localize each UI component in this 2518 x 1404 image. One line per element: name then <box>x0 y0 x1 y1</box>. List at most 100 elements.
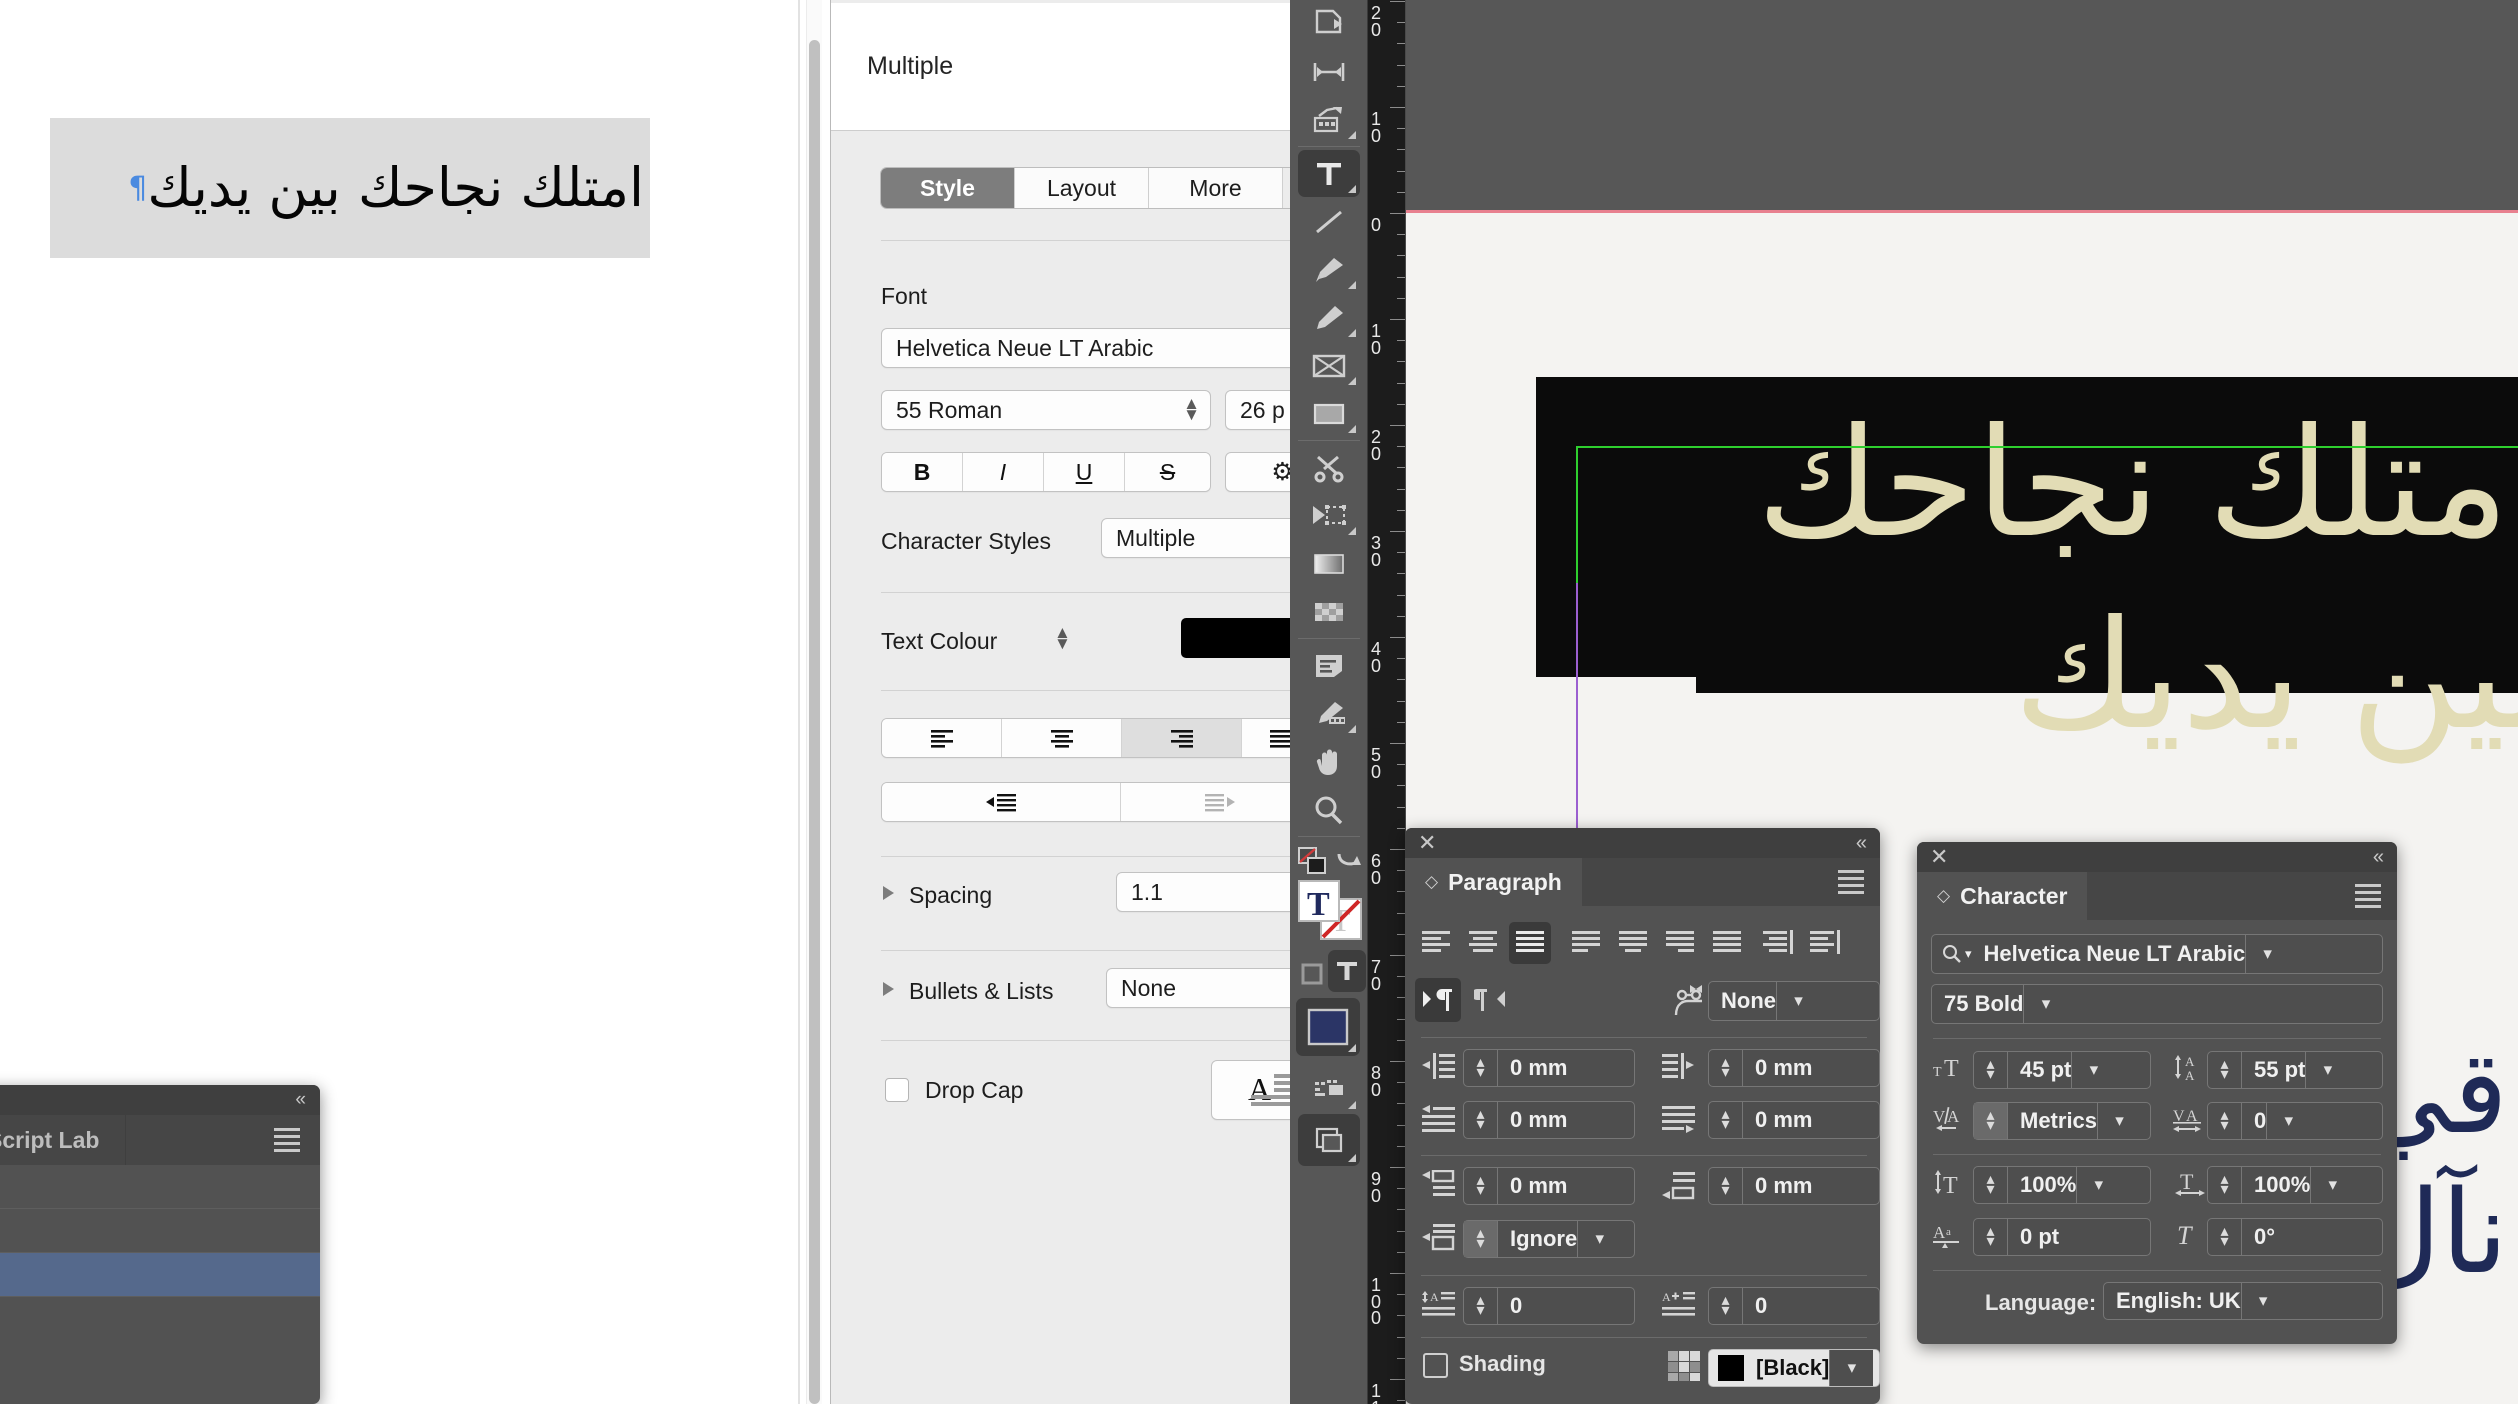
paragraph-panel-menu-button[interactable] <box>1822 858 1880 906</box>
chevron-down-icon[interactable]: ▾ <box>2310 1167 2354 1203</box>
tool-transparency[interactable] <box>1298 588 1360 635</box>
bold-button[interactable]: B <box>882 453 963 491</box>
list-item[interactable] <box>0 1253 320 1297</box>
tab-character[interactable]: ◇ Character <box>1917 872 2087 920</box>
horizontal-scale-stepper[interactable]: ▴▾ <box>2208 1167 2242 1203</box>
list-item[interactable]: nity <box>0 1209 320 1253</box>
list-item[interactable]: ion <box>0 1165 320 1209</box>
character-panel-tabs[interactable]: ◇ Character <box>1917 872 2397 920</box>
shading-checkbox[interactable] <box>1423 1353 1448 1378</box>
collapse-icon[interactable]: « <box>1856 832 1867 855</box>
font-size-stepper[interactable]: ▴▾ <box>1974 1052 2008 1088</box>
scripts-panel[interactable]: « Scripts Script Lab ion nity <box>0 1085 320 1404</box>
effects-button[interactable] <box>1298 1114 1360 1166</box>
paragraph-panel[interactable]: ✕ « ◇ Paragraph <box>1405 828 1880 1404</box>
space-between-stepper[interactable]: ▴▾ <box>1464 1221 1498 1257</box>
text-colour-stepper[interactable]: ▲▼ <box>1054 628 1071 649</box>
text-fill-mode-button[interactable] <box>1328 950 1366 992</box>
colour-swatch-button[interactable] <box>1296 998 1360 1056</box>
language-field[interactable]: English: UK ▾ <box>2103 1282 2383 1320</box>
tab-script-lab[interactable]: Script Lab <box>0 1115 126 1165</box>
chevron-down-icon[interactable]: ▾ <box>1829 1350 1873 1386</box>
character-panel-titlebar[interactable]: ✕ « <box>1917 842 2397 872</box>
tool-rectangle[interactable] <box>1298 390 1360 437</box>
decrease-indent-button[interactable] <box>882 783 1121 821</box>
tab-layout[interactable]: Layout <box>1015 168 1149 208</box>
tool-page-corner[interactable] <box>1298 0 1360 47</box>
left-scrollbar-thumb[interactable] <box>809 40 820 1404</box>
strikethrough-button[interactable]: S <box>1125 453 1210 491</box>
tool-scissors[interactable] <box>1298 444 1360 491</box>
tab-paragraph[interactable]: ◇ Paragraph <box>1405 858 1582 906</box>
align-center-button[interactable] <box>1002 719 1122 757</box>
space-before-field[interactable]: ▴▾ 0 mm <box>1463 1167 1635 1205</box>
vertical-scale-field[interactable]: ▴▾ 100% ▾ <box>1973 1166 2151 1204</box>
skew-stepper[interactable]: ▴▾ <box>2208 1219 2242 1255</box>
indent-right-field[interactable]: ▴▾ 0 mm <box>1708 1049 1880 1087</box>
scripts-panel-menu-button[interactable] <box>254 1115 320 1165</box>
direction-ltr-button[interactable] <box>1415 978 1461 1022</box>
selected-text-block[interactable]: ¶ امتلك نجاحك بين يديك <box>50 118 650 258</box>
indent-left-stepper[interactable]: ▴▾ <box>1464 1050 1498 1086</box>
collapse-icon[interactable]: « <box>295 1089 306 1111</box>
para-align-left-button[interactable] <box>1415 922 1457 964</box>
character-panel[interactable]: ✕ « ◇ Character ▾ Helvetica Neue LT Arab… <box>1917 842 2397 1344</box>
stroke-mode-button[interactable] <box>1296 950 1328 997</box>
drop-cap-checkbox[interactable] <box>885 1078 909 1102</box>
space-after-stepper[interactable]: ▴▾ <box>1709 1168 1743 1204</box>
skew-field[interactable]: ▴▾ 0° <box>2207 1218 2383 1256</box>
last-line-indent-field[interactable]: ▴▾ 0 mm <box>1708 1101 1880 1139</box>
chevron-down-icon[interactable]: ▾ <box>2023 985 2067 1023</box>
bullets-disclosure-icon[interactable] <box>883 982 894 996</box>
chevron-down-icon[interactable]: ▾ <box>2245 935 2289 973</box>
font-size-stepper-field[interactable]: ▴▾ 45 pt ▾ <box>1973 1051 2151 1089</box>
align-left-button[interactable] <box>882 719 1002 757</box>
space-after-field[interactable]: ▴▾ 0 mm <box>1708 1167 1880 1205</box>
font-style-stepper[interactable]: ▲▼ <box>1183 399 1200 420</box>
text-style-buttons[interactable]: B I U S <box>881 452 1211 492</box>
stroke-style-button[interactable] <box>1298 1066 1360 1113</box>
tool-line[interactable] <box>1298 198 1360 245</box>
first-line-indent-field[interactable]: ▴▾ 0 mm <box>1463 1101 1635 1139</box>
tool-gradient[interactable] <box>1298 540 1360 587</box>
tool-frame[interactable] <box>1298 342 1360 389</box>
tool-eyedropper[interactable] <box>1298 690 1360 737</box>
align-right-button[interactable] <box>1122 719 1242 757</box>
space-before-stepper[interactable]: ▴▾ <box>1464 1168 1498 1204</box>
tool-note[interactable] <box>1298 642 1360 689</box>
leading-stepper[interactable]: ▴▾ <box>2208 1052 2242 1088</box>
kerning-field[interactable]: ▴▾ Metrics ▾ <box>1973 1102 2151 1140</box>
tool-zoom[interactable] <box>1298 786 1360 833</box>
direction-rtl-button[interactable] <box>1467 978 1513 1022</box>
chevron-down-icon[interactable]: ▾ <box>2076 1167 2120 1203</box>
close-icon[interactable]: ✕ <box>1418 830 1436 856</box>
tools-toolbar[interactable]: T T <box>1290 0 1368 1404</box>
para-justify-last-left-button[interactable] <box>1565 922 1607 964</box>
tool-text[interactable] <box>1298 150 1360 197</box>
tracking-field[interactable]: ▴▾ 0 ▾ <box>2207 1102 2383 1140</box>
paragraph-panel-titlebar[interactable]: ✕ « <box>1405 828 1880 858</box>
tool-node-select[interactable] <box>1298 492 1360 539</box>
fill-stroke-swatches[interactable]: T T <box>1294 878 1366 944</box>
kashida-field[interactable]: None ▾ <box>1708 981 1880 1021</box>
scripts-panel-tabs[interactable]: Scripts Script Lab <box>0 1115 320 1165</box>
tab-more[interactable]: More <box>1149 168 1283 208</box>
font-family-field[interactable]: Helvetica Neue LT Arabic <box>881 328 1296 368</box>
collapse-icon[interactable]: « <box>2373 846 2384 869</box>
chevron-down-icon[interactable]: ▾ <box>2241 1283 2285 1319</box>
para-align-away-spine-button[interactable] <box>1804 922 1846 964</box>
para-align-toward-spine-button[interactable] <box>1757 922 1799 964</box>
para-align-justify-button[interactable] <box>1509 922 1551 964</box>
tool-pencil[interactable] <box>1298 294 1360 341</box>
chevron-down-icon[interactable]: ▾ <box>2305 1052 2349 1088</box>
character-font-family-field[interactable]: ▾ Helvetica Neue LT Arabic ▾ <box>1931 934 2383 974</box>
vertical-scale-stepper[interactable]: ▴▾ <box>1974 1167 2008 1203</box>
indent-left-field[interactable]: ▴▾ 0 mm <box>1463 1049 1635 1087</box>
baseline-shift-field[interactable]: ▴▾ 0 pt <box>1973 1218 2151 1256</box>
leading-field[interactable]: ▴▾ 55 pt ▾ <box>2207 1051 2383 1089</box>
italic-button[interactable]: I <box>963 453 1044 491</box>
tracking-stepper[interactable]: ▴▾ <box>2208 1103 2242 1139</box>
underline-button[interactable]: U <box>1044 453 1125 491</box>
search-icon[interactable]: ▾ <box>1942 944 1972 964</box>
para-justify-last-right-button[interactable] <box>1659 922 1701 964</box>
